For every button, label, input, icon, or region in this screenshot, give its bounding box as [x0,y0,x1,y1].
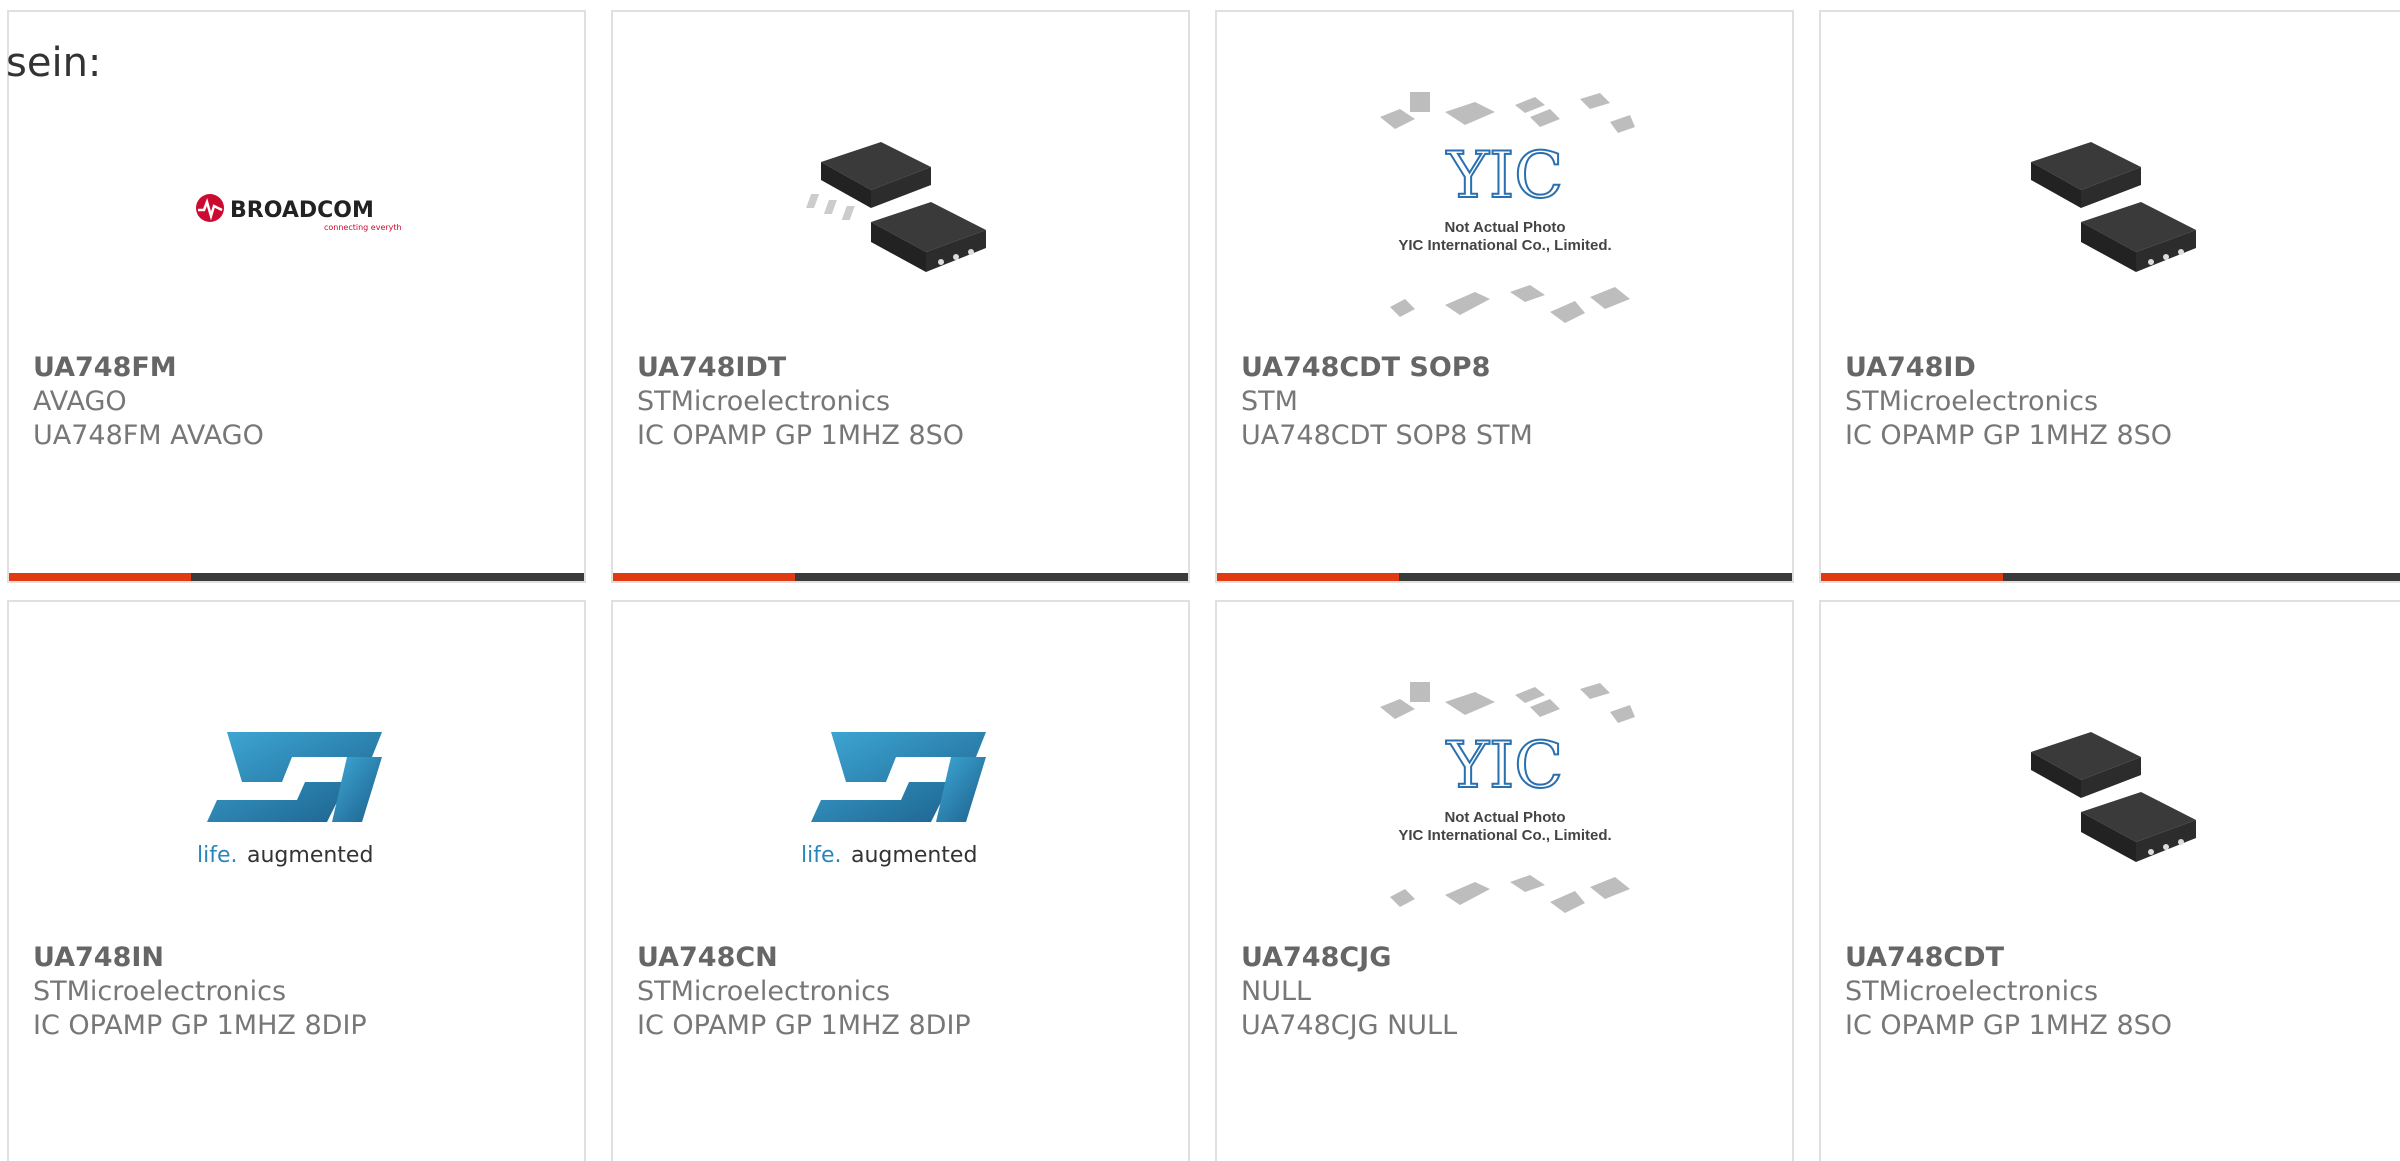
product-card[interactable]: UA748ID STMicroelectronics IC OPAMP GP 1… [1819,10,2400,583]
svg-text:YIC: YIC [1445,139,1563,213]
svg-text:augmented: augmented [851,843,977,868]
svg-text:YIC International Co., Limited: YIC International Co., Limited. [1398,827,1611,844]
part-number[interactable]: UA748ID [1845,351,2172,385]
product-card[interactable]: BROADCOM connecting everything UA748FM A… [7,10,586,583]
part-number[interactable]: UA748IN [33,941,367,975]
yic-placeholder-image: YIC Not Actual Photo YIC International C… [1217,662,1792,942]
description: UA748CDT SOP8 STM [1241,420,1533,451]
card-bar-accent [1821,573,2003,581]
card-bar [1217,573,1792,581]
description: IC OPAMP GP 1MHZ 8SO [1845,1010,2173,1041]
product-card[interactable]: YIC Not Actual Photo YIC International C… [1215,600,1794,1161]
product-grid: BROADCOM connecting everything UA748FM A… [0,0,2400,1161]
soic8-chip-image [613,72,1188,352]
svg-text:connecting everything: connecting everything [324,223,402,232]
description: IC OPAMP GP 1MHZ 8SO [1845,420,2173,451]
card-bar-accent [9,573,191,581]
manufacturer: STMicroelectronics [1845,976,2099,1007]
manufacturer: STMicroelectronics [1845,386,2099,417]
part-number[interactable]: UA748IDT [637,351,964,385]
manufacturer: STMicroelectronics [637,386,891,417]
soic8-chip-image [1821,662,2400,942]
description: UA748FM AVAGO [33,420,264,451]
product-card[interactable]: life. augmented UA748IN STMicroelectroni… [7,600,586,1161]
manufacturer: STM [1241,386,1298,417]
manufacturer: AVAGO [33,386,127,417]
product-card[interactable]: life. augmented UA748CN STMicroelectroni… [611,600,1190,1161]
part-number[interactable]: UA748CDT [1845,941,2172,975]
card-bar-accent [613,573,795,581]
svg-text:BROADCOM: BROADCOM [230,198,374,223]
svg-text:augmented: augmented [247,843,373,868]
card-bar [1821,573,2400,581]
description: IC OPAMP GP 1MHZ 8DIP [33,1010,367,1041]
yic-placeholder-image: YIC Not Actual Photo YIC International C… [1217,72,1792,352]
st-logo: life. augmented [613,662,1188,942]
st-logo: life. augmented [9,662,584,942]
part-number[interactable]: UA748CDT SOP8 [1241,351,1533,385]
description: IC OPAMP GP 1MHZ 8SO [637,420,965,451]
card-bar-accent [1217,573,1399,581]
soic8-chip-image [1821,72,2400,352]
product-card[interactable]: UA748CDT STMicroelectronics IC OPAMP GP … [1819,600,2400,1161]
svg-text:life.: life. [197,843,238,868]
manufacturer: NULL [1241,976,1312,1007]
svg-text:Not Actual Photo: Not Actual Photo [1444,219,1565,236]
product-card[interactable]: YIC Not Actual Photo YIC International C… [1215,10,1794,583]
description: UA748CJG NULL [1241,1010,1458,1041]
svg-text:Not Actual Photo: Not Actual Photo [1444,809,1565,826]
product-card[interactable]: UA748IDT STMicroelectronics IC OPAMP GP … [611,10,1190,583]
card-bar [613,573,1188,581]
svg-text:life.: life. [801,843,842,868]
svg-text:YIC: YIC [1445,729,1563,803]
manufacturer: STMicroelectronics [637,976,891,1007]
card-bar [9,573,584,581]
section-label: sein: [6,40,102,86]
part-number[interactable]: UA748CJG [1241,941,1457,975]
svg-text:YIC International Co., Limited: YIC International Co., Limited. [1398,237,1611,254]
description: IC OPAMP GP 1MHZ 8DIP [637,1010,971,1041]
broadcom-logo: BROADCOM connecting everything [9,72,584,352]
manufacturer: STMicroelectronics [33,976,287,1007]
part-number[interactable]: UA748CN [637,941,971,975]
part-number[interactable]: UA748FM [33,351,264,385]
